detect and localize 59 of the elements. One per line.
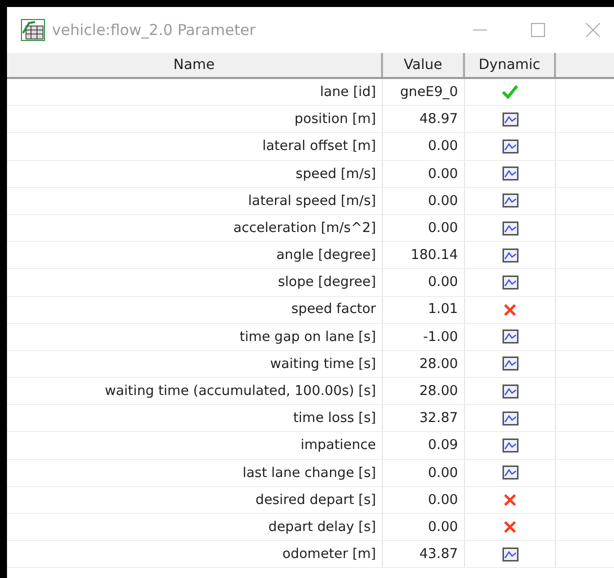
window-title: vehicle:flow_2.0 Parameter (52, 20, 256, 41)
parameter-value: 0.00 (428, 490, 458, 510)
parameter-value: 180.14 (410, 246, 458, 266)
parameter-name: lateral offset [m] (262, 137, 376, 156)
parameter-value: -1.00 (423, 328, 458, 347)
plot-icon[interactable] (502, 329, 518, 344)
plot-icon[interactable] (502, 274, 518, 290)
plot-icon[interactable] (502, 410, 518, 426)
parameter-value: 0.00 (428, 273, 458, 292)
parameter-name: time gap on lane [s] (240, 328, 376, 347)
parameter-name: depart delay [s] (268, 518, 376, 537)
parameter-name: waiting time [s] (270, 354, 376, 374)
table-icon (21, 19, 45, 41)
parameter-value: 0.00 (428, 137, 458, 156)
plot-icon[interactable] (502, 384, 518, 399)
parameter-name: last lane change [s] (242, 464, 376, 483)
checkmark-icon (502, 85, 518, 100)
cross-icon (503, 302, 517, 317)
cross-icon (503, 520, 517, 534)
parameter-value: 0.00 (428, 218, 458, 238)
parameter-name: odometer [m] (282, 545, 376, 564)
parameter-name: speed factor (291, 300, 376, 320)
plot-icon[interactable] (502, 193, 518, 208)
plot-icon[interactable] (502, 356, 518, 372)
parameter-value: 28.00 (419, 354, 458, 374)
parameter-value: 28.00 (419, 382, 458, 402)
parameter-value: 32.87 (419, 409, 458, 428)
plot-icon[interactable] (502, 112, 518, 127)
parameter-name: desired depart [s] (256, 490, 376, 510)
plot-icon[interactable] (502, 248, 518, 263)
plot-icon[interactable] (502, 465, 518, 480)
parameter-name: lane [id] (320, 82, 376, 102)
parameter-value: 1.01 (428, 300, 458, 320)
parameter-name: waiting time (accumulated, 100.00s) [s] (104, 382, 376, 402)
plot-icon[interactable] (502, 138, 518, 154)
cross-icon (503, 492, 517, 507)
parameter-value: 0.09 (428, 436, 458, 456)
parameter-value: 48.97 (419, 110, 458, 130)
parameter-name: impatience (300, 436, 376, 456)
parameter-name: position [m] (294, 110, 376, 130)
parameter-value: 0.00 (428, 464, 458, 483)
parameter-name: time loss [s] (293, 409, 376, 428)
plot-icon[interactable] (502, 220, 518, 236)
parameter-name: slope [degree] (278, 273, 376, 292)
parameter-name: speed [m/s] (296, 164, 376, 184)
column-header[interactable]: Dynamic (465, 53, 556, 77)
parameter-value: 0.00 (428, 192, 458, 211)
plot-icon[interactable] (502, 438, 518, 454)
plot-icon[interactable] (502, 546, 518, 562)
parameter-value: 0.00 (428, 164, 458, 184)
plot-icon[interactable] (502, 166, 518, 182)
parameter-value: 43.87 (419, 545, 458, 564)
parameter-name: acceleration [m/s^2] (233, 218, 376, 238)
parameter-value: 0.00 (428, 518, 458, 537)
column-header[interactable]: Name (7, 53, 383, 77)
parameter-name: lateral speed [m/s] (248, 192, 376, 211)
column-header[interactable]: Value (383, 53, 465, 77)
parameter-name: angle [degree] (276, 246, 376, 266)
parameter-value: gneE9_0 (400, 82, 458, 102)
